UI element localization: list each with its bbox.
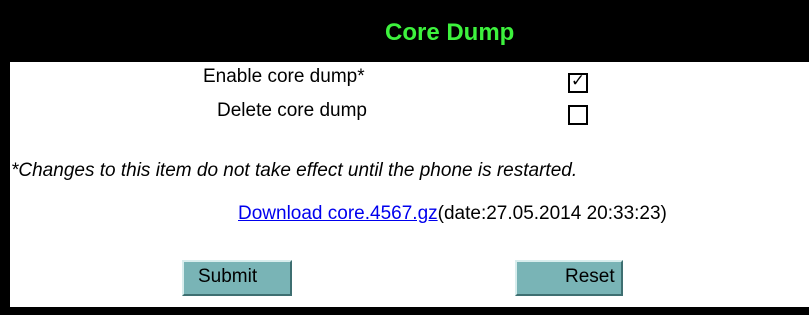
download-row: Download core.4567.gz(date:27.05.2014 20… bbox=[238, 203, 667, 225]
download-core-link[interactable]: Download core.4567.gz bbox=[238, 203, 438, 224]
submit-button-label: Submit bbox=[198, 266, 258, 287]
core-dump-page: Core Dump Enable core dump* ✓ Delete cor… bbox=[0, 0, 809, 315]
delete-core-dump-label: Delete core dump bbox=[217, 100, 367, 121]
delete-core-dump-checkbox[interactable] bbox=[568, 105, 588, 125]
reset-button-label: Reset bbox=[565, 266, 615, 287]
download-date: (date:27.05.2014 20:33:23) bbox=[437, 203, 667, 224]
enable-core-dump-checkbox[interactable]: ✓ bbox=[568, 71, 588, 93]
reset-button[interactable]: Reset bbox=[515, 260, 623, 296]
enable-core-dump-label: Enable core dump* bbox=[203, 66, 365, 87]
header-bar: Core Dump bbox=[0, 0, 809, 62]
restart-note: *Changes to this item do not take effect… bbox=[11, 160, 578, 181]
submit-button[interactable]: Submit bbox=[182, 260, 292, 296]
core-dump-form: Enable core dump* ✓ Delete core dump *Ch… bbox=[10, 62, 809, 307]
checkmark-icon: ✓ bbox=[570, 71, 586, 90]
page-title: Core Dump bbox=[385, 19, 515, 46]
